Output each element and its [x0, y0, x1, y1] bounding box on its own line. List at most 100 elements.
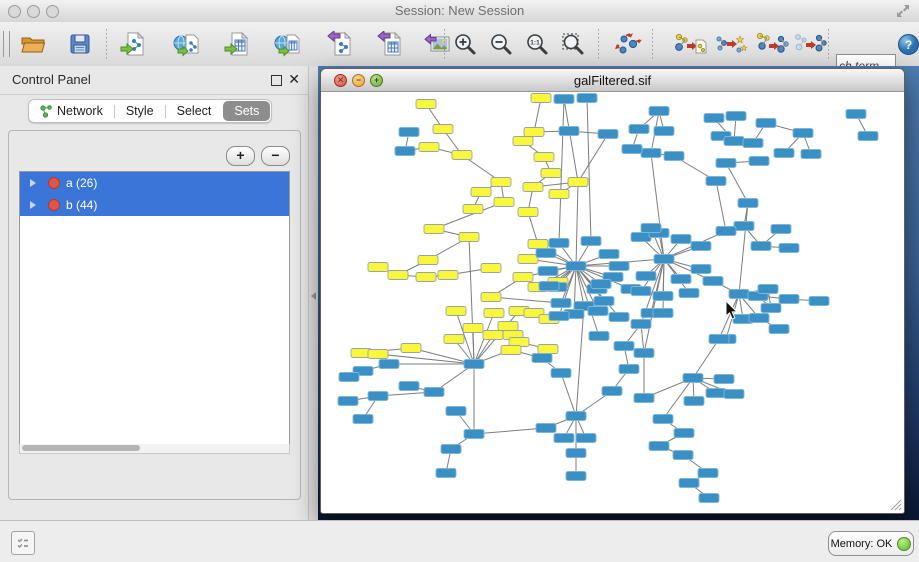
export-table-icon — [377, 31, 403, 57]
graph-node — [599, 250, 619, 259]
floppy-disk-icon — [68, 32, 92, 56]
graph-node — [395, 147, 415, 156]
export-network-button[interactable] — [326, 30, 354, 58]
zoom-out-icon — [489, 32, 513, 56]
graph-node — [559, 127, 579, 136]
graph-node — [709, 335, 729, 344]
svg-text:?: ? — [904, 38, 911, 52]
resize-grip-icon[interactable] — [888, 497, 902, 511]
tab-sets[interactable]: Sets — [223, 101, 270, 121]
graph-node — [438, 271, 458, 280]
zoom-selected-icon — [561, 32, 585, 56]
zoom-selected-button[interactable] — [559, 30, 587, 58]
open-file-button[interactable] — [19, 30, 47, 58]
graph-node — [622, 145, 642, 154]
set-row-a[interactable]: a (26) — [20, 172, 289, 194]
graph-node — [452, 151, 472, 160]
expand-triangle-icon[interactable] — [30, 201, 36, 209]
remove-set-button[interactable]: − — [261, 146, 290, 166]
graph-node — [703, 277, 723, 286]
import-table-web-button[interactable] — [273, 30, 301, 58]
apply-layout-button[interactable] — [614, 30, 642, 58]
tab-network[interactable]: Network — [29, 100, 114, 122]
graph-node — [416, 273, 436, 282]
network-graph-canvas[interactable] — [322, 92, 903, 511]
horizontal-scrollbar[interactable] — [19, 444, 290, 454]
graph-node — [729, 290, 749, 299]
close-panel-icon[interactable]: ✕ — [288, 71, 300, 88]
clone-network-button[interactable] — [713, 30, 749, 58]
sets-list[interactable]: a (26) b (44) — [19, 171, 290, 445]
status-bar: Memory: OK — [0, 520, 919, 562]
select-neighbors-button[interactable] — [754, 30, 790, 58]
save-session-button[interactable] — [66, 30, 94, 58]
help-button[interactable]: ? — [894, 30, 919, 58]
graph-node — [751, 242, 771, 251]
hide-selected-button[interactable] — [792, 30, 828, 58]
graph-node — [594, 297, 614, 306]
application-window: Session: New Session — [0, 0, 919, 562]
float-panel-icon[interactable] — [271, 75, 282, 86]
memory-status-label: Memory: OK — [831, 538, 893, 550]
graph-node — [771, 225, 791, 234]
graph-node — [436, 469, 456, 478]
tab-select[interactable]: Select — [166, 100, 223, 122]
add-set-button[interactable]: + — [226, 146, 255, 166]
graph-node — [716, 227, 736, 236]
set-row-b[interactable]: b (44) — [20, 194, 289, 216]
graph-node — [749, 314, 769, 323]
import-network-web-button[interactable] — [172, 30, 200, 58]
checklist-icon — [16, 536, 30, 550]
graph-node — [399, 128, 419, 137]
graph-node — [459, 233, 479, 242]
import-table-file-button[interactable] — [223, 30, 251, 58]
zoom-out-button[interactable] — [487, 30, 515, 58]
export-table-button[interactable] — [376, 30, 404, 58]
graph-node — [538, 345, 558, 354]
import-network-file-button[interactable] — [119, 30, 147, 58]
zoom-fit-button[interactable]: 1:1 — [523, 30, 551, 58]
graph-node — [706, 389, 726, 398]
collapse-panel-icon[interactable] — [311, 292, 316, 300]
memory-status-button[interactable]: Memory: OK — [828, 531, 914, 556]
graph-node — [531, 94, 551, 103]
graph-node — [388, 271, 408, 280]
control-panel: Control Panel ✕ Network Style Select Set… — [0, 66, 308, 520]
graph-node — [609, 313, 629, 322]
graph-node — [471, 188, 491, 197]
zoom-in-icon — [453, 32, 477, 56]
fullscreen-icon[interactable] — [895, 3, 911, 19]
graph-node — [588, 307, 608, 316]
zoom-in-button[interactable] — [451, 30, 479, 58]
graph-node — [699, 494, 719, 503]
graph-node — [743, 139, 763, 148]
new-network-from-selection-button[interactable] — [672, 30, 708, 58]
graph-node — [551, 299, 571, 308]
graph-node — [566, 412, 586, 421]
graph-node — [566, 449, 586, 458]
graph-node — [513, 137, 533, 146]
graph-node — [581, 237, 601, 246]
graph-node — [679, 289, 699, 298]
graph-node — [793, 129, 813, 138]
task-history-button[interactable] — [11, 531, 35, 555]
toolbar-drag-handle[interactable] — [3, 31, 10, 57]
network-window-titlebar[interactable]: ✕ − + galFiltered.sif — [321, 69, 904, 92]
app-title: Session: New Session — [0, 3, 919, 18]
expand-triangle-icon[interactable] — [30, 179, 36, 187]
tab-style[interactable]: Style — [115, 100, 165, 122]
graph-node — [738, 199, 758, 208]
toolbar-separator — [652, 29, 653, 59]
network-view-window: ✕ − + galFiltered.sif — [320, 68, 905, 514]
clone-network-icon — [714, 31, 748, 57]
graph-node — [716, 159, 736, 168]
graph-node — [641, 149, 661, 158]
graph-node — [724, 390, 744, 399]
export-image-button[interactable] — [423, 30, 451, 58]
help-icon: ? — [897, 33, 919, 56]
graph-node — [523, 183, 543, 192]
scrollbar-thumb[interactable] — [22, 445, 140, 451]
graph-node — [424, 388, 444, 397]
graph-node — [858, 132, 878, 141]
graph-node — [636, 272, 656, 281]
